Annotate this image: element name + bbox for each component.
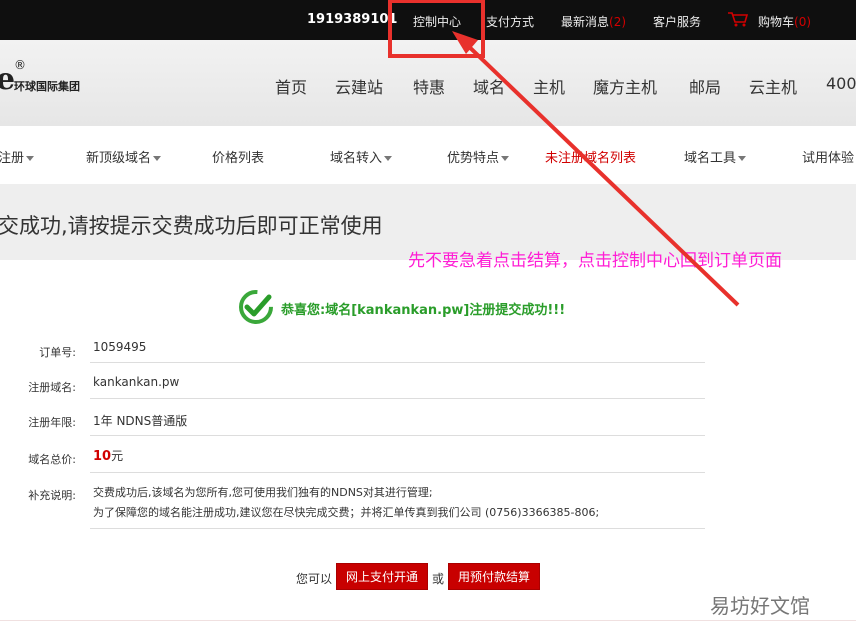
price-unit: 元 [111, 449, 124, 463]
success-message: 恭喜您:域名[kankankan.pw]注册提交成功!!! [281, 303, 566, 318]
subnav-unregistered-list[interactable]: 未注册域名列表 [545, 147, 636, 166]
account-id: 1919389101 [307, 12, 398, 27]
header: e ® 环球国际集团 首页 云建站 特惠 域名 主机 魔方主机 邮局 云主机 4… [0, 40, 856, 126]
latest-news-label: 最新消息 [561, 15, 610, 29]
divider [90, 362, 705, 363]
nav-400[interactable]: 400 [826, 74, 856, 93]
news-count: (2) [609, 15, 627, 29]
cart-icon[interactable] [727, 11, 749, 27]
divider [90, 435, 705, 436]
payment-methods-link[interactable]: 支付方式 [486, 13, 534, 30]
logo-mark[interactable]: e [0, 62, 15, 97]
pay-online-button[interactable]: 网上支付开通 [336, 563, 428, 590]
sub-nav: 注册 新顶级域名 价格列表 域名转入 优势特点 未注册域名列表 域名工具 试用体… [0, 126, 856, 184]
subnav-advantages-label: 优势特点 [447, 151, 500, 166]
order-number-value: 1059495 [93, 340, 147, 354]
order-number-label: 订单号: [39, 346, 76, 359]
watermark: 易坊好文馆 [710, 594, 810, 618]
subnav-register-label: 注册 [0, 151, 25, 166]
subnav-domain-tools-label: 域名工具 [684, 151, 737, 166]
subnav-new-tld-label: 新顶级域名 [86, 151, 152, 166]
action-prefix: 您可以 [296, 572, 333, 586]
prepaid-settle-button[interactable]: 用预付款结算 [448, 563, 540, 590]
nav-home[interactable]: 首页 [275, 74, 307, 98]
cart-label: 购物车 [758, 15, 795, 29]
subnav-register[interactable]: 注册 [0, 147, 35, 166]
nav-mail[interactable]: 邮局 [689, 74, 721, 98]
subnav-advantages[interactable]: 优势特点 [447, 147, 510, 166]
nav-mofang-host[interactable]: 魔方主机 [593, 74, 657, 98]
top-bar: 1919389101 控制中心 支付方式 最新消息(2) 客户服务 购物车(0) [0, 0, 856, 40]
notes-line-1: 交费成功后,该域名为您所有,您可使用我们独有的NDNS对其进行管理; [93, 486, 433, 499]
nav-cloud-site[interactable]: 云建站 [335, 74, 383, 98]
latest-news-link[interactable]: 最新消息(2) [561, 13, 626, 30]
cart-count: (0) [794, 15, 812, 29]
divider [90, 398, 705, 399]
chevron-down-icon [153, 156, 162, 161]
notes-line-2: 为了保障您的域名能注册成功,建议您在尽快完成交费；并将汇单传真到我们公司 (07… [93, 506, 600, 519]
nav-special-offers[interactable]: 特惠 [413, 74, 445, 98]
registered-mark: ® [14, 58, 26, 72]
action-or: 或 [432, 572, 445, 586]
subnav-trial[interactable]: 试用体验 [802, 147, 854, 166]
status-banner: 交成功,请按提示交费成功后即可正常使用 [0, 184, 856, 260]
chevron-down-icon [384, 156, 393, 161]
price-amount: 10 [93, 449, 112, 464]
domain-label: 注册域名: [28, 381, 76, 394]
divider [90, 472, 705, 473]
subnav-new-tld[interactable]: 新顶级域名 [86, 147, 162, 166]
subnav-domain-tools[interactable]: 域名工具 [684, 147, 747, 166]
success-check-icon [239, 290, 273, 324]
divider [90, 528, 705, 529]
chevron-down-icon [26, 156, 35, 161]
subnav-price-list[interactable]: 价格列表 [212, 147, 264, 166]
notes-label: 补充说明: [28, 489, 76, 502]
domain-value: kankankan.pw [93, 375, 180, 389]
term-value: 1年 NDNS普通版 [93, 414, 188, 428]
chevron-down-icon [738, 156, 747, 161]
nav-host[interactable]: 主机 [533, 74, 565, 98]
banner-text: 交成功,请按提示交费成功后即可正常使用 [0, 214, 383, 238]
chevron-down-icon [501, 156, 510, 161]
control-center-link[interactable]: 控制中心 [413, 13, 461, 30]
divider [0, 620, 856, 621]
subnav-transfer-label: 域名转入 [330, 151, 383, 166]
price-value: 10元 [93, 447, 123, 464]
nav-cloud-host[interactable]: 云主机 [749, 74, 797, 98]
subnav-transfer[interactable]: 域名转入 [330, 147, 393, 166]
logo-text[interactable]: 环球国际集团 [14, 78, 80, 94]
term-label: 注册年限: [28, 416, 76, 429]
annotation-text: 先不要急着点击结算，点击控制中心回到订单页面 [408, 251, 782, 271]
customer-service-link[interactable]: 客户服务 [653, 13, 701, 30]
cart-link[interactable]: 购物车(0) [758, 13, 811, 30]
price-label: 域名总价: [28, 453, 76, 466]
nav-domain[interactable]: 域名 [473, 74, 505, 98]
